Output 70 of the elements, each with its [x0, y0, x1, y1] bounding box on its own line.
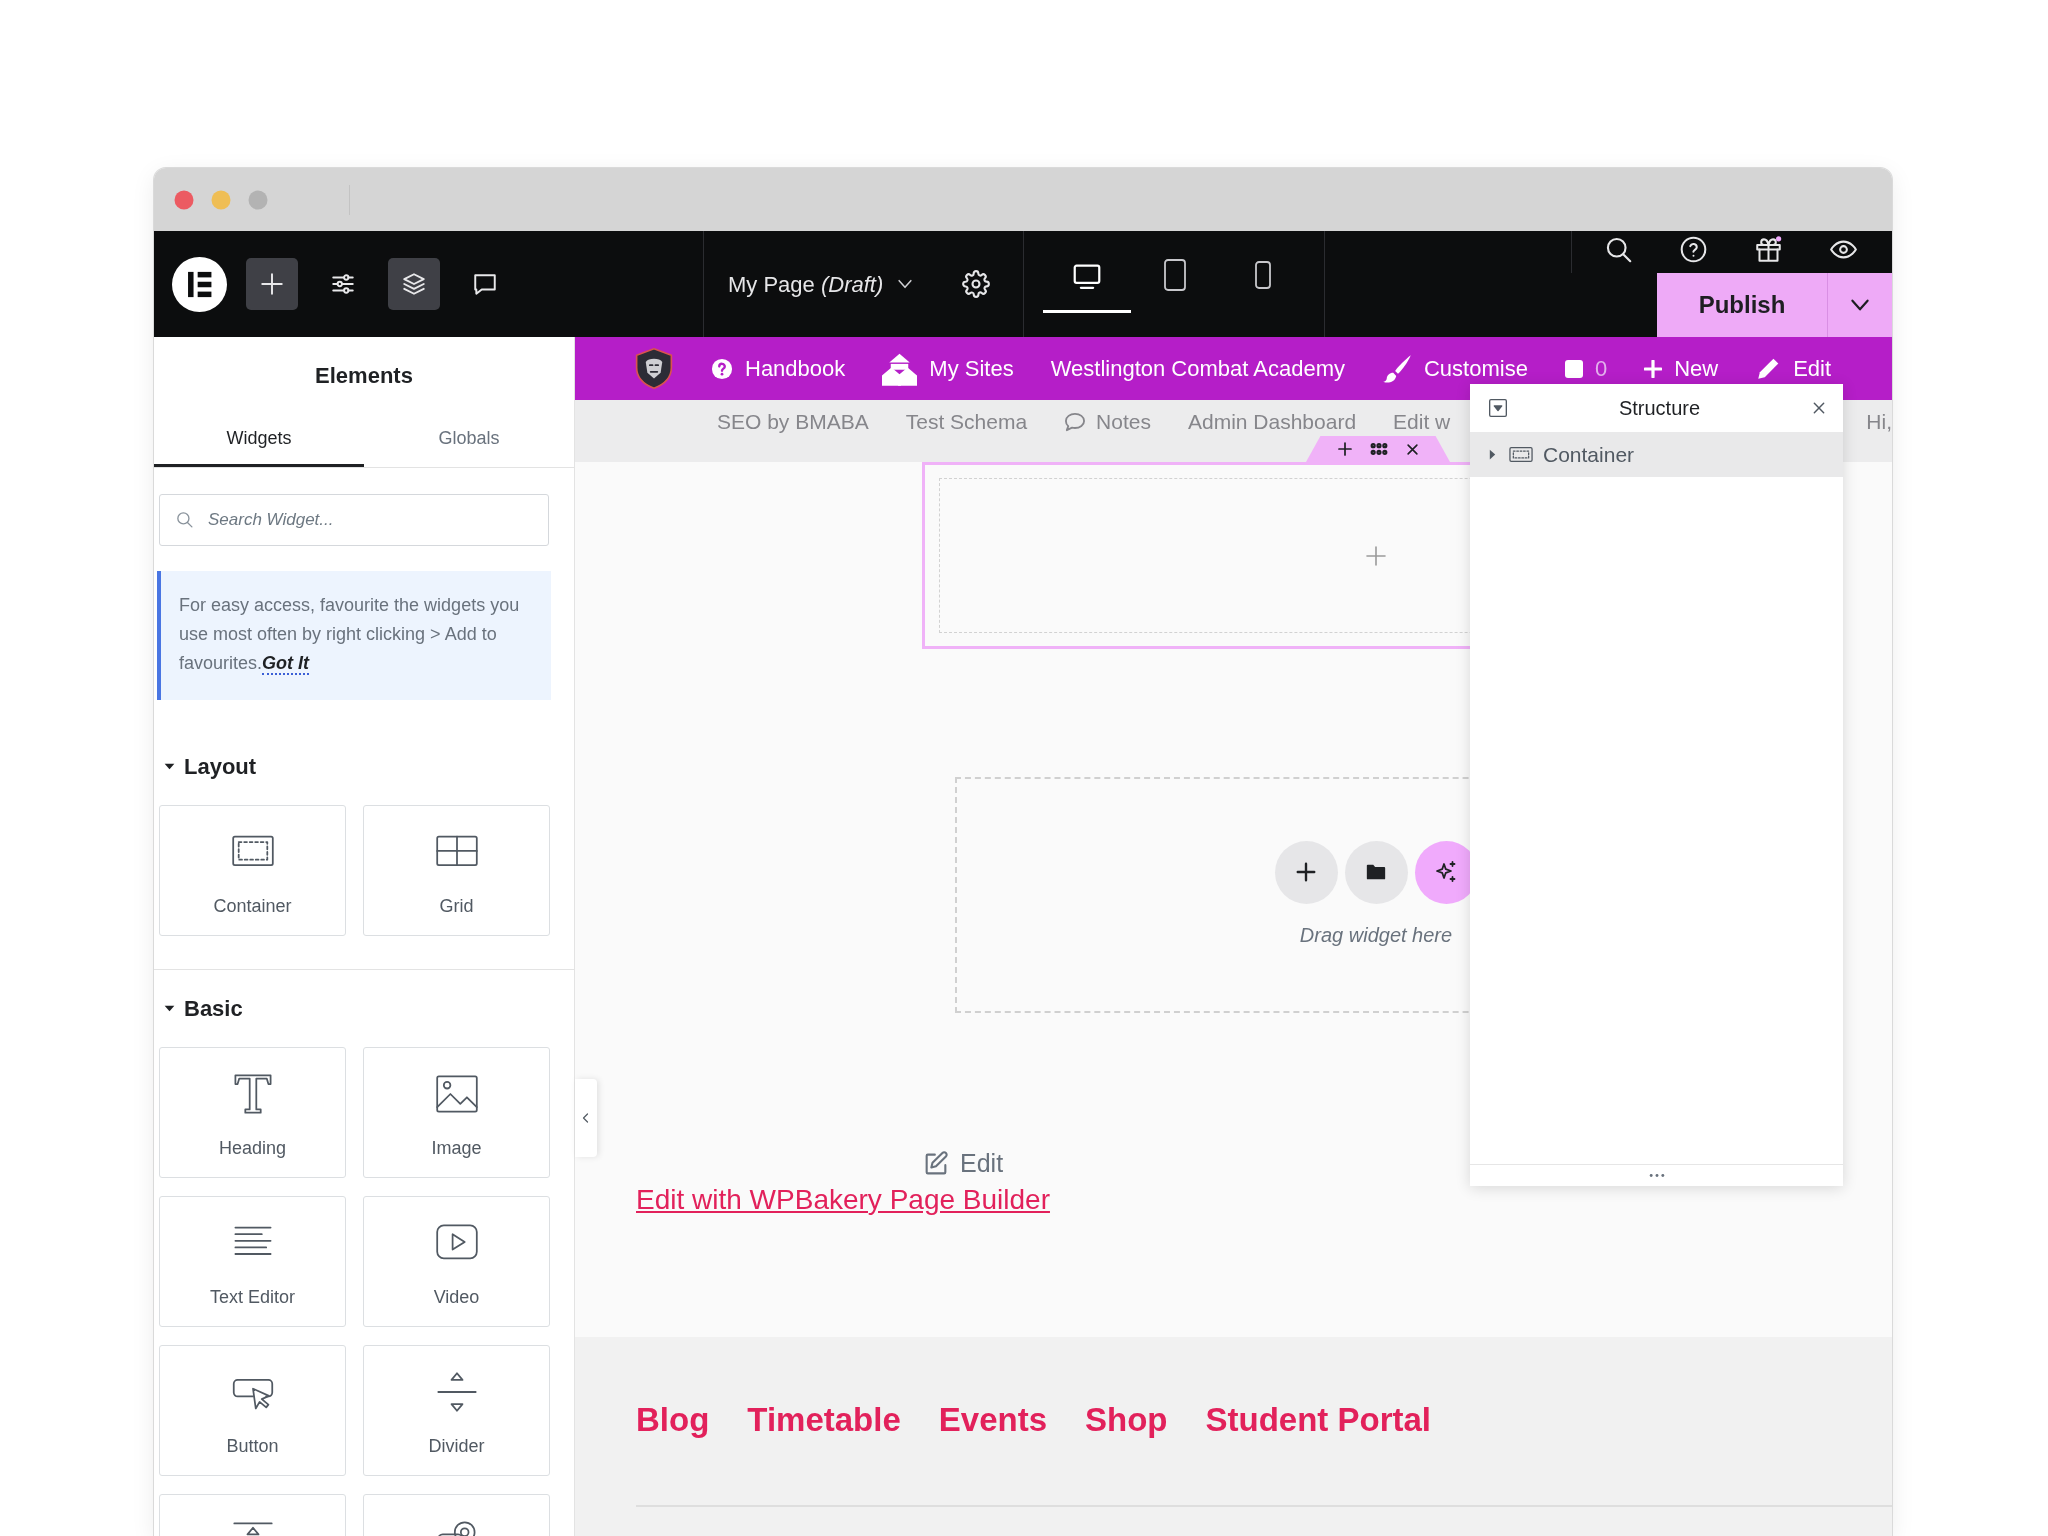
footer-link[interactable]: Events	[938, 1395, 1047, 1445]
footer-link[interactable]: Blog	[636, 1395, 710, 1445]
widget-card[interactable]: Button	[159, 1345, 346, 1476]
speech-bubble-icon	[1064, 411, 1087, 432]
panel-tab[interactable]: Widgets	[154, 413, 364, 467]
tree-item[interactable]: Container	[1470, 432, 1843, 477]
search-icon	[176, 511, 193, 528]
got-it-link[interactable]: Got It	[262, 653, 310, 675]
sparkle-icon	[1434, 860, 1458, 884]
dropdown-square-icon[interactable]	[1488, 398, 1508, 418]
builder-link[interactable]: Edit with WPBakery Page Builder	[636, 1182, 1050, 1217]
widget-card[interactable]: Grid	[363, 805, 550, 936]
tip-text: For easy access, favourite the widgets you use most often by right clicking > Add to favourites.Got It	[179, 594, 521, 677]
phone-icon	[1254, 261, 1272, 289]
admin-bar-link[interactable]: New	[1644, 352, 1719, 385]
admin-bar-link[interactable]: Customise	[1381, 352, 1528, 385]
plus-icon[interactable]	[1336, 441, 1353, 457]
close-icon[interactable]	[1404, 441, 1420, 457]
drop-hint: Drag widget here	[1299, 922, 1453, 948]
edit-link[interactable]: Edit	[922, 1145, 1004, 1183]
square-icon	[1564, 359, 1583, 378]
plus-icon	[1644, 359, 1663, 378]
gift-icon[interactable]	[1755, 235, 1782, 263]
admin-bar-link[interactable]: SEO by BMABA	[717, 410, 869, 433]
admin-bar-link[interactable]: Edit	[1755, 352, 1832, 385]
speech-bubble-icon	[472, 271, 498, 297]
footer-link[interactable]: Student Portal	[1205, 1395, 1431, 1445]
widget-card[interactable]: Image	[363, 1047, 550, 1178]
panel-title: Structure	[1617, 396, 1702, 421]
help-circle-icon	[711, 357, 733, 380]
admin-bar-link[interactable]: My Sites	[882, 351, 1014, 386]
widget-card[interactable]: Video	[363, 1196, 550, 1327]
admin-bar-link[interactable]: 0	[1564, 352, 1608, 385]
footer-link[interactable]: Timetable	[747, 1395, 901, 1445]
admin-bar-link[interactable]: Test Schema	[905, 410, 1028, 433]
plus-icon	[259, 271, 285, 297]
category-toggle[interactable]: Basic	[159, 989, 243, 1027]
page-title[interactable]: My Page (Draft)	[728, 267, 884, 301]
layers-button[interactable]	[388, 258, 440, 310]
help-icon[interactable]	[1680, 235, 1707, 263]
footer-link[interactable]: Shop	[1085, 1395, 1168, 1445]
brush-icon	[1381, 353, 1412, 384]
sliders-icon	[330, 271, 356, 297]
houses-icon	[882, 351, 918, 386]
layers-icon	[401, 271, 427, 297]
publish-button[interactable]: Publish	[1657, 273, 1827, 337]
search-icon[interactable]	[1605, 235, 1632, 263]
widget-card[interactable]: Text Editor	[159, 1196, 346, 1327]
admin-bar-link[interactable]: Admin Dashboard	[1187, 410, 1357, 433]
panel-title: Elements	[315, 361, 413, 390]
dots-icon[interactable]	[1648, 1173, 1665, 1178]
admin-bar-link[interactable]: Hi,	[1866, 410, 1892, 433]
admin-bar-link[interactable]: Westlington Combat Academy	[1050, 352, 1345, 385]
dashed-rectangle-icon	[1509, 446, 1533, 463]
settings-icon[interactable]	[962, 270, 990, 298]
panel-tab[interactable]: Globals	[364, 413, 574, 467]
circle-logo-icon[interactable]	[172, 256, 227, 312]
shield-icon[interactable]	[634, 347, 674, 390]
widget-card[interactable]: Heading	[159, 1047, 346, 1178]
widget-card[interactable]: Divider	[363, 1345, 550, 1476]
add-button[interactable]	[246, 258, 298, 310]
tablet-icon	[1163, 259, 1187, 291]
close-icon[interactable]	[1811, 400, 1827, 416]
search-field[interactable]: Search Widget...	[159, 494, 549, 546]
admin-bar-link[interactable]: Edit w	[1393, 410, 1451, 433]
widget-card[interactable]: Container	[159, 805, 346, 936]
admin-bar-link[interactable]: Notes	[1064, 410, 1151, 433]
category-toggle[interactable]: Layout	[159, 747, 257, 785]
plus-icon	[1295, 861, 1317, 883]
admin-bar-link[interactable]: Handbook	[711, 352, 846, 385]
